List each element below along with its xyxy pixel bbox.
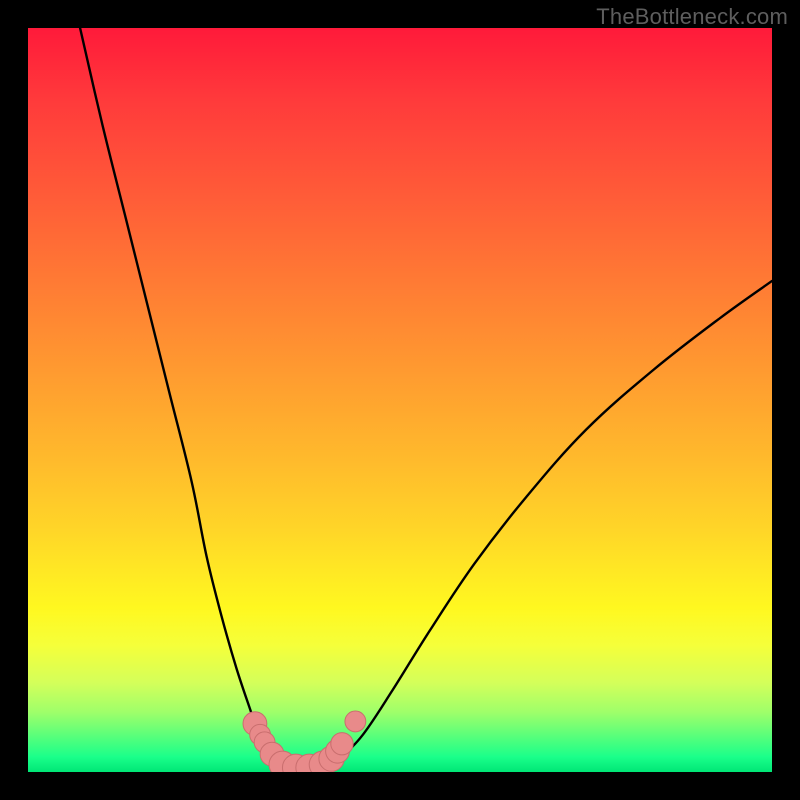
data-marker: [345, 711, 366, 732]
chart-frame: TheBottleneck.com: [0, 0, 800, 800]
data-markers: [243, 711, 366, 772]
chart-svg: [28, 28, 772, 772]
plot-area: [28, 28, 772, 772]
bottleneck-curve: [80, 28, 772, 769]
data-marker: [331, 733, 353, 755]
curve-path: [80, 28, 772, 769]
watermark-text: TheBottleneck.com: [596, 4, 788, 30]
